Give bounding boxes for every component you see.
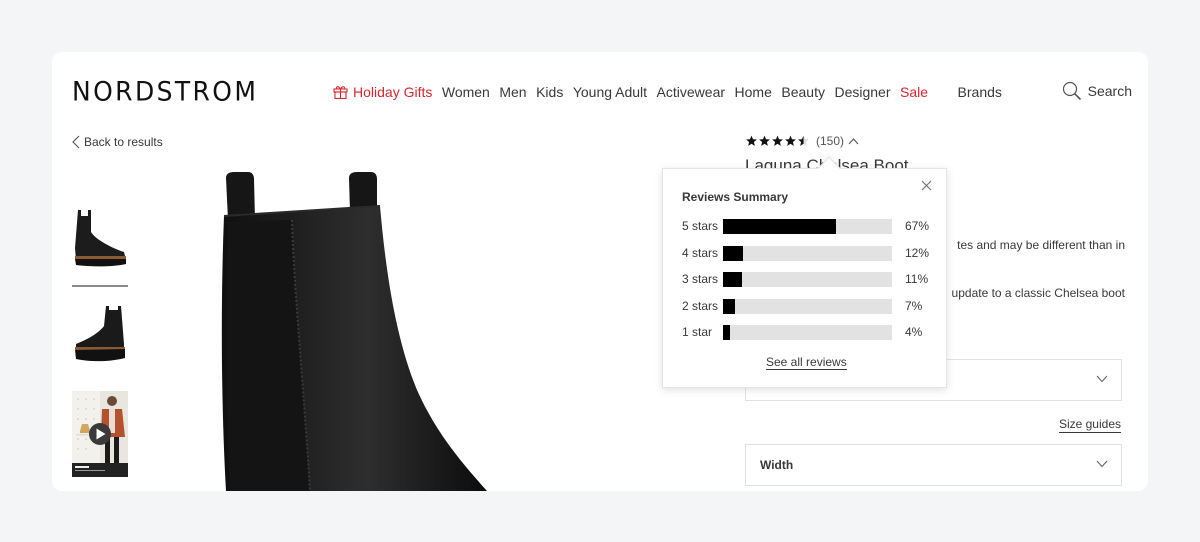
rating-bar-track [723, 271, 892, 287]
video-thumbnail-image [72, 391, 128, 477]
nav-holiday-gifts[interactable]: Holiday Gifts [333, 84, 432, 100]
see-all-reviews-link[interactable]: See all reviews [766, 355, 847, 370]
chelsea-boot-image [221, 172, 488, 491]
rating-row-percent: 11% [905, 272, 929, 286]
nav-beauty[interactable]: Beauty [781, 84, 825, 100]
star-filled-icon [785, 135, 796, 146]
rating-distribution-row[interactable]: 2 stars 7% [682, 298, 932, 314]
size-guides-link[interactable]: Size guides [1058, 417, 1121, 433]
boot-side-thumbnail-image [72, 204, 128, 276]
rating-row-label: 2 stars [682, 299, 719, 313]
nav-sale[interactable]: Sale [900, 84, 928, 100]
thumbnail-1[interactable] [72, 204, 128, 276]
rating-distribution-row[interactable]: 3 stars 11% [682, 271, 932, 287]
boot-angled-thumbnail-image [72, 300, 128, 372]
rating-row-label: 4 stars [682, 246, 719, 260]
rating-bar-fill [723, 245, 744, 261]
nav-young-adult[interactable]: Young Adult [573, 84, 647, 100]
star-half-icon [798, 135, 809, 146]
search-button[interactable]: Search [1062, 81, 1132, 101]
rating-row-label: 5 stars [682, 219, 719, 233]
rating-bar-track [723, 218, 892, 234]
reviews-summary-title: Reviews Summary [682, 190, 789, 204]
rating-row-percent: 4% [905, 325, 923, 339]
close-icon[interactable] [921, 180, 932, 191]
reviews-summary-popover: Reviews Summary 5 stars 67% 4 stars 12% … [662, 156, 947, 388]
rating-row-percent: 7% [905, 299, 923, 313]
rating-bar-fill [723, 271, 742, 287]
rating-row-label: 1 star [682, 325, 713, 339]
nav-women[interactable]: Women [442, 84, 490, 100]
main-nav: Holiday Gifts Women Men Kids Young Adult… [333, 84, 1011, 100]
rating-row-percent: 12% [905, 246, 930, 260]
chevron-left-icon [72, 135, 80, 149]
nav-brands[interactable]: Brands [958, 84, 1002, 100]
star-filled-icon [759, 135, 770, 146]
chevron-down-icon [1096, 375, 1108, 383]
width-dropdown-label: Width [760, 458, 794, 472]
search-icon [1062, 81, 1081, 101]
rating-bar-track [723, 298, 892, 314]
gift-icon [333, 86, 348, 99]
rating-bar-track [723, 324, 892, 340]
rating-distribution-row[interactable]: 1 star 4% [682, 324, 932, 340]
back-to-results-link[interactable]: Back to results [72, 135, 163, 149]
nordstrom-logo[interactable]: NORDSTROM [72, 76, 258, 106]
rating-distribution-row[interactable]: 5 stars 67% [682, 218, 932, 234]
product-page: NORDSTROM Holiday Gifts Women Men Kids Y… [52, 52, 1148, 491]
thumbnail-2[interactable] [72, 300, 128, 372]
rating-row-percent: 67% [905, 219, 930, 233]
review-count: (150) [816, 134, 845, 148]
rating-bar-fill [723, 298, 735, 314]
selected-thumbnail-indicator [72, 285, 128, 287]
main-product-image[interactable] [212, 170, 532, 491]
rating-summary-toggle[interactable]: (150) [745, 134, 859, 148]
chevron-down-icon [1096, 460, 1108, 468]
nav-activewear[interactable]: Activewear [657, 84, 725, 100]
video-thumbnail[interactable] [72, 391, 128, 477]
nav-men[interactable]: Men [499, 84, 526, 100]
nav-designer[interactable]: Designer [834, 84, 890, 100]
rating-distribution-row[interactable]: 4 stars 12% [682, 245, 932, 261]
nav-home[interactable]: Home [735, 84, 772, 100]
star-rating [745, 135, 810, 147]
star-filled-icon [746, 135, 757, 146]
search-label: Search [1087, 83, 1132, 99]
rating-bar-track [723, 245, 892, 261]
rating-bar-fill [723, 324, 730, 340]
rating-bar-fill [723, 218, 837, 234]
width-dropdown[interactable]: Width [745, 444, 1122, 486]
back-to-results-label: Back to results [84, 135, 163, 149]
nav-kids[interactable]: Kids [536, 84, 563, 100]
chevron-up-icon [848, 138, 859, 145]
nav-holiday-gifts-label: Holiday Gifts [353, 84, 433, 100]
star-filled-icon [772, 135, 783, 146]
rating-row-label: 3 stars [682, 272, 719, 286]
